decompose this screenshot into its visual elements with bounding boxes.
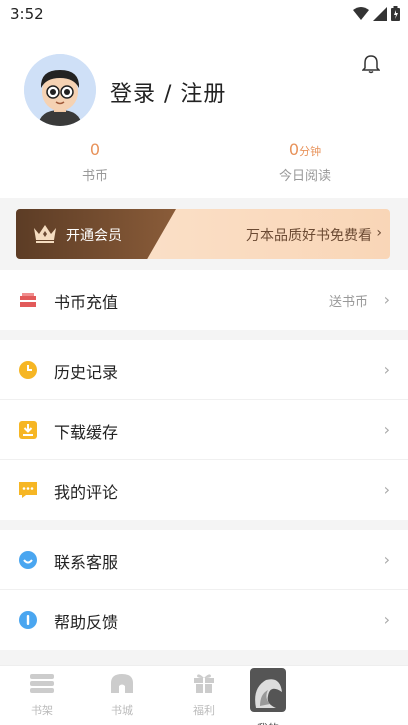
wifi-icon (353, 6, 369, 20)
download-icon (19, 421, 37, 439)
tab-bookshelf[interactable]: 书架 (12, 672, 72, 718)
signal-icon (373, 6, 387, 21)
status-time: 3:52 (10, 5, 44, 23)
tab-label: 我的 (238, 720, 298, 725)
profile-header: 登录 / 注册 0 书币 0分钟 今日阅读 (0, 30, 408, 198)
menu-item-help-feedback[interactable]: 帮助反馈 › (0, 590, 408, 650)
stat-reading-label: 今日阅读 (278, 169, 331, 184)
tab-label: 福利 (193, 704, 215, 717)
menu-item-history[interactable]: 历史记录 › (0, 340, 408, 400)
menu-label: 书币充值 (54, 293, 119, 312)
tab-label: 书城 (111, 704, 133, 717)
menu-label: 帮助反馈 (54, 613, 119, 632)
chevron-right-icon: › (383, 360, 390, 379)
menu-label: 历史记录 (54, 363, 119, 382)
menu-item-download[interactable]: 下载缓存 › (0, 400, 408, 460)
login-register-link[interactable]: 登录 / 注册 (110, 76, 226, 108)
bookstore-icon (111, 674, 133, 693)
vip-open-label: 开通会员 (66, 228, 122, 244)
tab-label: 书架 (31, 704, 53, 717)
wallet-icon (20, 293, 36, 307)
menu-label: 联系客服 (54, 553, 119, 572)
comment-icon (19, 482, 37, 498)
crown-icon (34, 225, 56, 243)
menu-item-comments[interactable]: 我的评论 › (0, 460, 408, 520)
tab-me[interactable]: 我的 (238, 668, 298, 725)
clock-icon (19, 361, 37, 379)
stat-reading-today[interactable]: 0分钟 今日阅读 (250, 140, 360, 184)
bookshelf-icon (30, 674, 54, 693)
stat-reading-value: 0分钟 (288, 140, 322, 159)
battery-icon (391, 6, 400, 21)
profile-icon (250, 668, 286, 712)
chevron-right-icon: › (383, 290, 390, 309)
support-section: 联系客服 › 帮助反馈 › (0, 530, 408, 650)
chevron-right-icon: › (383, 550, 390, 569)
vip-banner[interactable]: 开通会员 万本品质好书免费看 › (16, 209, 390, 259)
recharge-bonus-text: 送书币 (328, 295, 368, 310)
menu-label: 下载缓存 (54, 423, 119, 442)
stat-coins-label: 书币 (81, 169, 108, 184)
vip-promo-text: 万本品质好书免费看 (246, 228, 372, 244)
customer-service-icon (19, 551, 37, 569)
avatar[interactable] (24, 54, 96, 126)
chevron-right-icon: › (383, 610, 390, 629)
avatar-image (24, 54, 96, 126)
info-icon (19, 611, 37, 629)
gift-icon (194, 674, 214, 693)
menu-label: 我的评论 (54, 483, 119, 502)
menu-item-customer-service[interactable]: 联系客服 › (0, 530, 408, 590)
chevron-right-icon: › (383, 420, 390, 439)
notification-button[interactable] (361, 54, 381, 78)
status-bar: 3:52 (0, 0, 408, 30)
tab-bookstore[interactable]: 书城 (92, 672, 152, 718)
bottom-tab-bar: 书架 书城 福利 我的 (0, 665, 408, 725)
stat-coins-value: 0 (89, 140, 101, 159)
recharge-section: 书币充值 送书币 › (0, 270, 408, 330)
bell-icon (361, 55, 381, 74)
activity-section: 历史记录 › 下载缓存 › 我的评论 › (0, 340, 408, 520)
menu-item-recharge[interactable]: 书币充值 送书币 › (0, 270, 408, 330)
tab-welfare[interactable]: 福利 (174, 672, 234, 718)
status-icons (353, 6, 400, 21)
chevron-right-icon: › (383, 480, 390, 499)
chevron-right-icon: › (376, 225, 382, 241)
stat-coins[interactable]: 0 书币 (40, 140, 150, 184)
